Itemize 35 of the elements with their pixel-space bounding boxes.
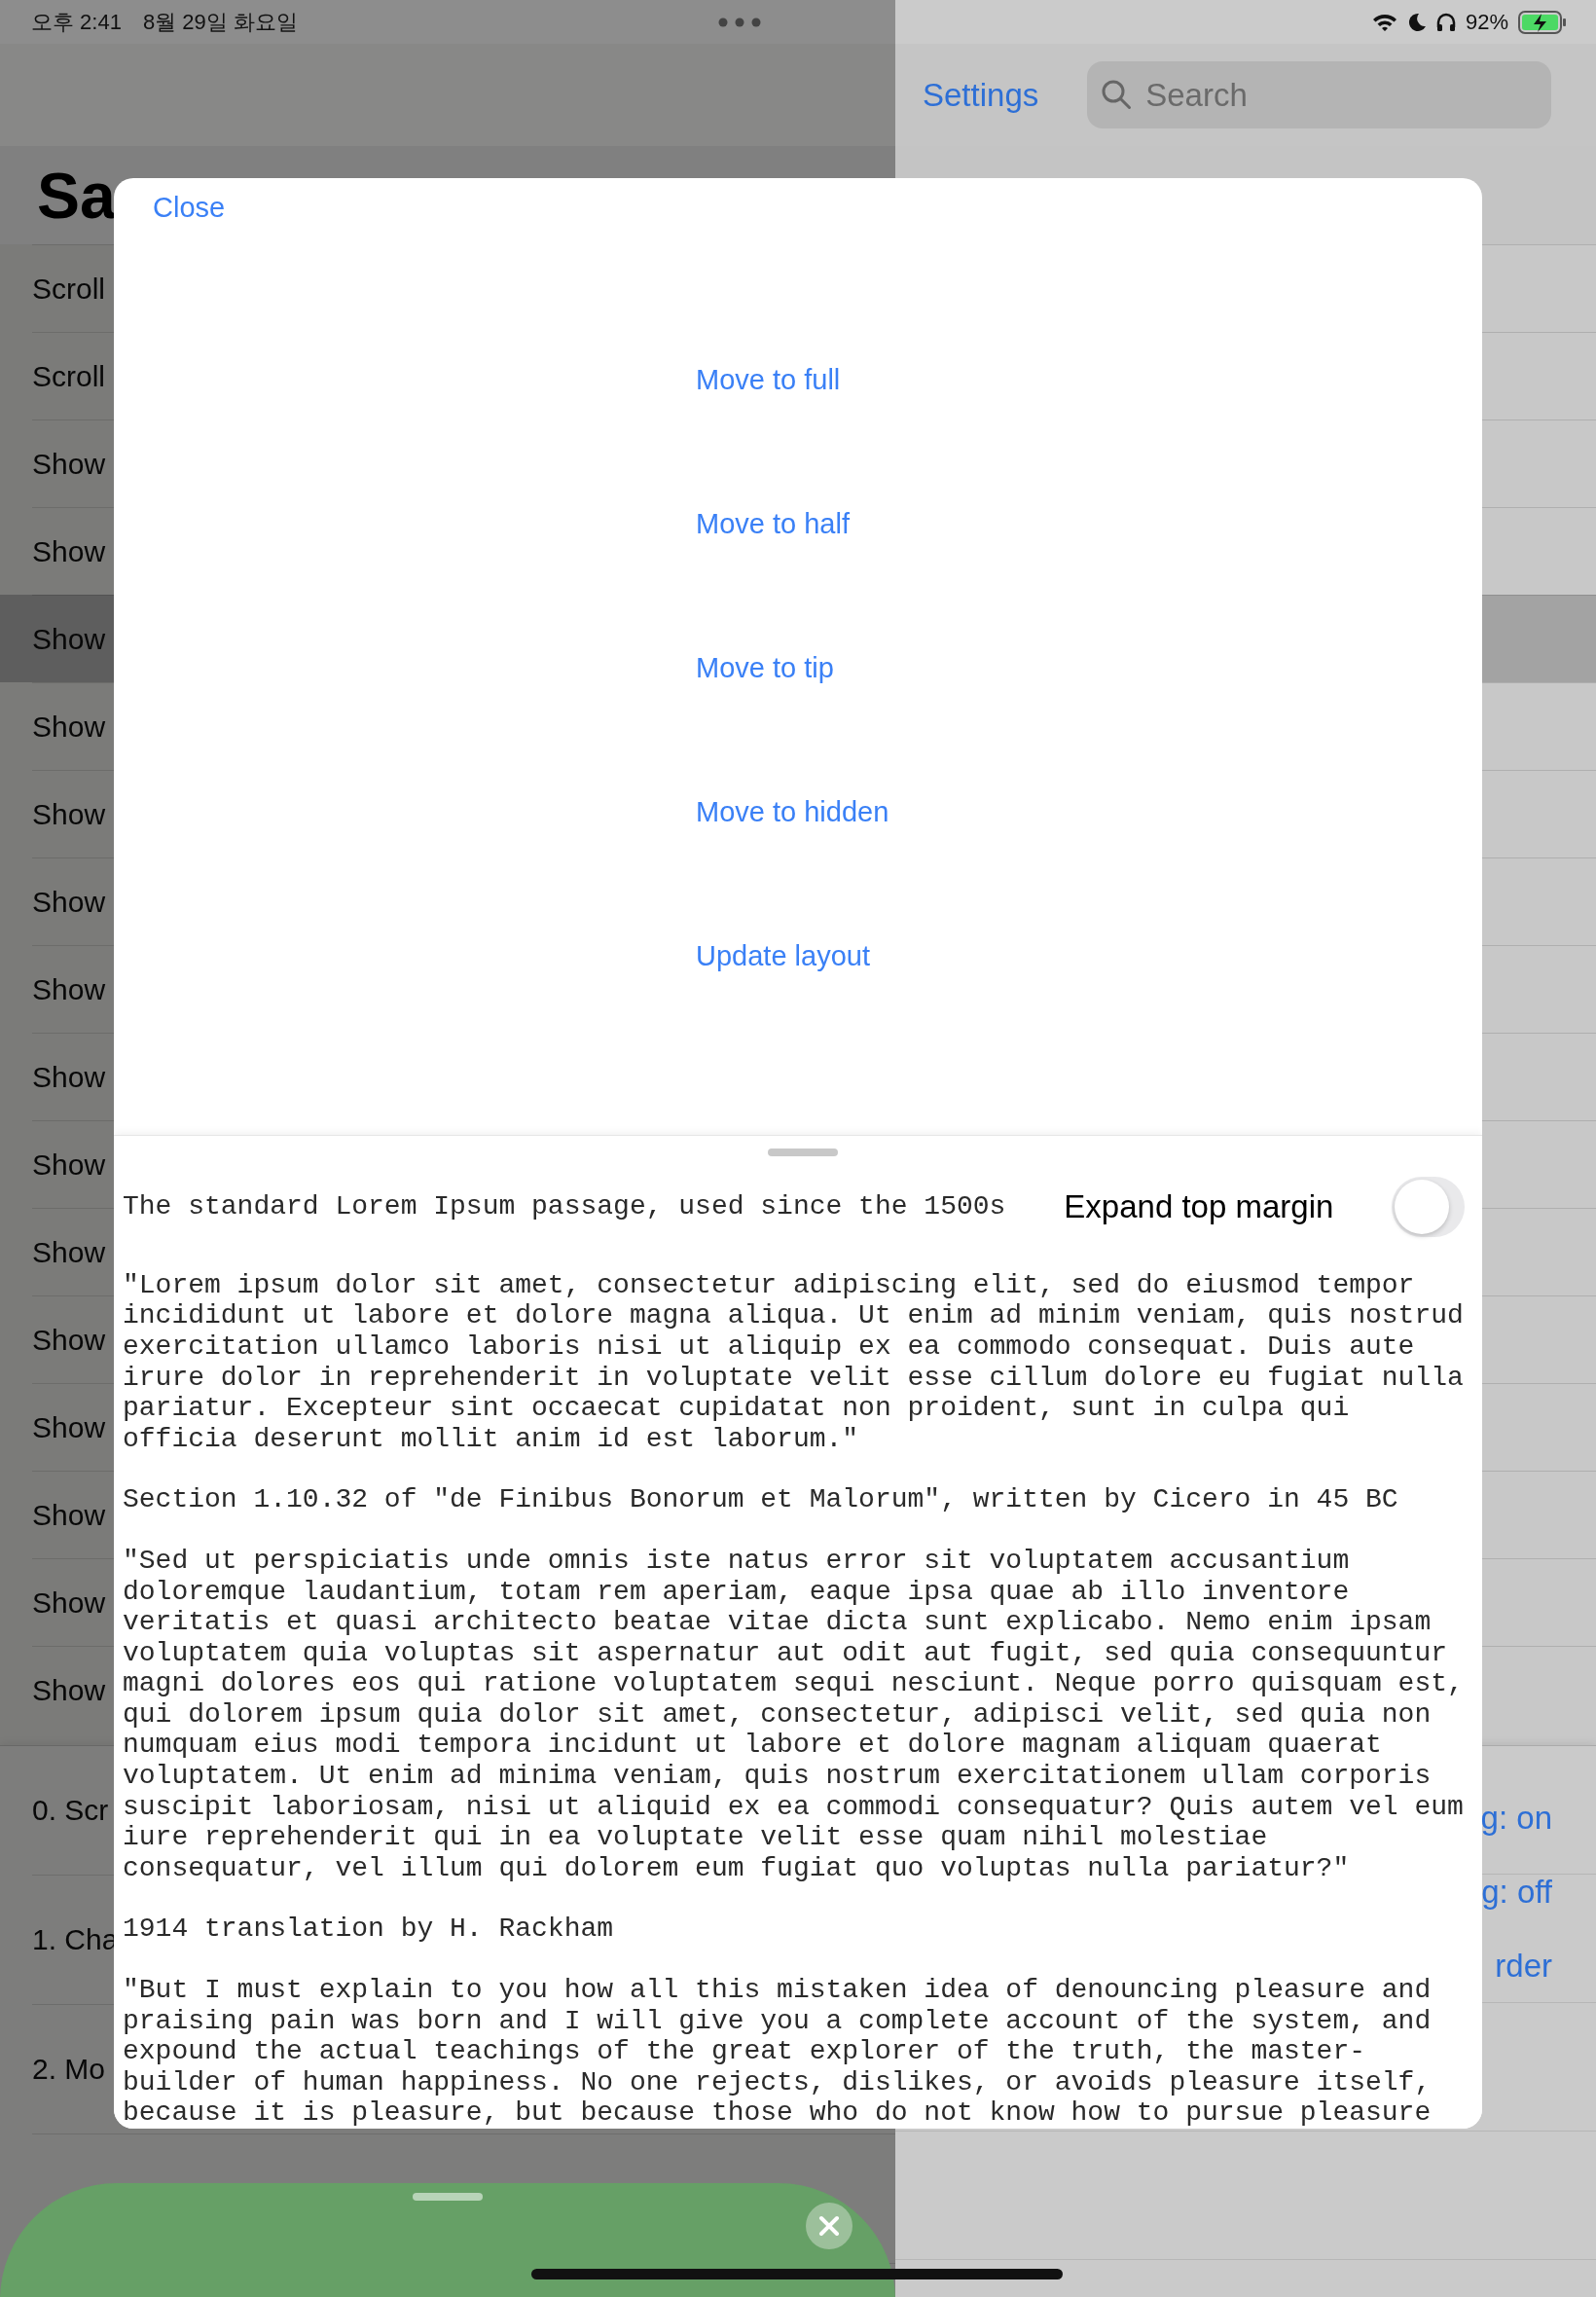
close-link[interactable]: Close xyxy=(153,192,226,224)
search-icon xyxy=(1101,79,1133,110)
close-icon[interactable] xyxy=(806,2203,852,2249)
body-text: "Sed ut perspiciatis unde omnis iste natus error sit voluptatem accusantium doloremque laudantium, totam rem aperiam, eaque ipsa quae ab illo inventore veritatis et quasi architecto beatae vitae dicta sunt explicabo. Nemo enim ipsam voluptatem quia voluptas sit aspernatur aut odit aut fugit, sed quia consequuntur magni dolores eos qui ratione voluptatem sequi nesciunt. Neque porro quisquam est, qui dolorem ipsum quia dolor sit amet, consectetur, adipisci velit, sed quia non numquam eius modi tempora incidunt ut labore et dolore magnam aliquam quaerat voluptatem. Ut enim ad minima veniam, quis nostrum exercitationem ullam corporis suscipit laboriosam, nisi ut aliquid ex ea commodi consequatur? Quis autem vel eum iure reprehenderit qui in ea voluptate velit esse quam nihil molestiae consequatur, vel illum qui dolorem eum fugiat quo voluptas nulla pariatur?" xyxy=(123,1545,1465,1884)
action-link[interactable]: Move to tip xyxy=(696,650,834,794)
toggle-label: Expand top margin xyxy=(1064,1187,1334,1225)
page-title: Sa xyxy=(37,158,116,233)
list-item[interactable]: 0. Scr xyxy=(32,1794,109,1827)
status-date: 8월 29일 화요일 xyxy=(142,8,298,36)
settings-link[interactable]: Settings xyxy=(923,76,1039,114)
body-text: Section 1.10.32 of "de Finibus Bonorum et Malorum", written by Cicero in 45 BC xyxy=(123,1484,1399,1515)
list-item[interactable]: 2. Mo xyxy=(32,2053,106,2086)
grabber-handle[interactable] xyxy=(413,2193,483,2201)
status-time: 오후 2:41 xyxy=(31,8,122,36)
option-link[interactable]: rder xyxy=(1495,1949,1552,2023)
body-text: 1914 translation by H. Rackham xyxy=(123,1914,615,1946)
battery-icon xyxy=(1518,10,1567,34)
moon-icon xyxy=(1406,12,1427,32)
action-link[interactable]: Update layout xyxy=(696,938,870,1082)
body-text: "Lorem ipsum dolor sit amet, consectetur adipiscing elit, sed do eiusmod tempor incididunt ut labore et dolore magna aliqua. Ut enim ad minim veniam, quis nostrud exercitation ullamco laboris nisi ut aliquip ex ea commodo consequat. Duis aute irure dolor in reprehenderit in voluptate velit esse cillum dolore eu fugiat nulla pariatur. Excepteur sint occaecat cupidatat non proident, sunt in culpa qui officia deserunt mollit anim id est laborum." xyxy=(123,1269,1465,1455)
multitask-dots-icon[interactable] xyxy=(717,17,761,27)
grabber-handle[interactable] xyxy=(767,1148,838,1156)
action-link[interactable]: Move to hidden xyxy=(696,794,889,938)
option-link[interactable]: g: on xyxy=(1480,1801,1552,1875)
action-link[interactable]: Move to full xyxy=(696,362,841,506)
action-link[interactable]: Move to half xyxy=(696,506,850,650)
toggle-switch[interactable] xyxy=(1392,1176,1465,1237)
body-text: "But I must explain to you how all this mistaken idea of denouncing pleasure and praising pain was born and I will give you a complete account of the system, and expound the actual teachings of the great explorer of the truth, the master-builder of human happiness. No one rejects, dislikes, or avoids pleasure itself, because it is pleasure, but because those who do not know how to pursue pleasure xyxy=(123,1975,1433,2129)
home-indicator[interactable] xyxy=(531,2269,1063,2279)
wifi-icon xyxy=(1371,12,1397,32)
panel-heading: The standard Lorem Ipsum passage, used since the 1500s xyxy=(123,1190,1006,1222)
option-link[interactable]: g: off xyxy=(1481,1875,1552,1949)
headphones-icon xyxy=(1435,12,1456,32)
battery-percent: 92% xyxy=(1465,9,1508,35)
search-field[interactable]: Search xyxy=(1087,61,1552,128)
